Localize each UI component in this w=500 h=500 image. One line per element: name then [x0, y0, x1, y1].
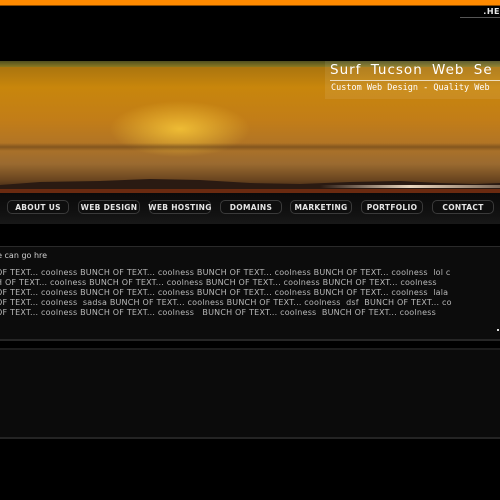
- top-link[interactable]: .HE: [483, 7, 500, 16]
- content-line: H OF TEXT... coolness BUNCH OF TEXT... c…: [0, 278, 437, 287]
- top-accent-bar: [0, 0, 500, 6]
- content-line: OF TEXT... coolness BUNCH OF TEXT... coo…: [0, 268, 451, 277]
- content-marker: [497, 329, 499, 331]
- title-divider: [330, 80, 500, 81]
- nav-web-design[interactable]: WEB DESIGN: [78, 200, 140, 214]
- nav-portfolio[interactable]: PORTFOLIO: [361, 200, 423, 214]
- top-link-underline: [460, 17, 500, 18]
- footer-bottom-divider: [0, 437, 500, 439]
- content-heading: ne can go hre: [0, 251, 48, 260]
- nav-contact[interactable]: CONTACT: [432, 200, 494, 214]
- content-line: OF TEXT... coolness BUNCH OF TEXT... coo…: [0, 288, 449, 297]
- main-nav: ABOUT US WEB DESIGN WEB HOSTING DOMAINS …: [0, 193, 500, 224]
- footer-panel: [0, 350, 500, 438]
- banner-wave: [0, 143, 500, 151]
- banner-foam: [320, 185, 500, 188]
- nav-domains[interactable]: DOMAINS: [220, 200, 282, 214]
- site-tagline: Custom Web Design - Quality Web: [331, 83, 490, 93]
- main-content: ne can go hre OF TEXT... coolness BUNCH …: [0, 247, 500, 340]
- content-line: OF TEXT... coolness sadsa BUNCH OF TEXT.…: [0, 298, 452, 307]
- nav-about-us[interactable]: ABOUT US: [7, 200, 69, 214]
- site-title: Surf Tucson Web Se: [330, 62, 493, 78]
- nav-web-hosting[interactable]: WEB HOSTING: [148, 200, 211, 214]
- nav-marketing[interactable]: MARKETING: [290, 200, 352, 214]
- content-line: OF TEXT... coolness BUNCH OF TEXT... coo…: [0, 308, 436, 317]
